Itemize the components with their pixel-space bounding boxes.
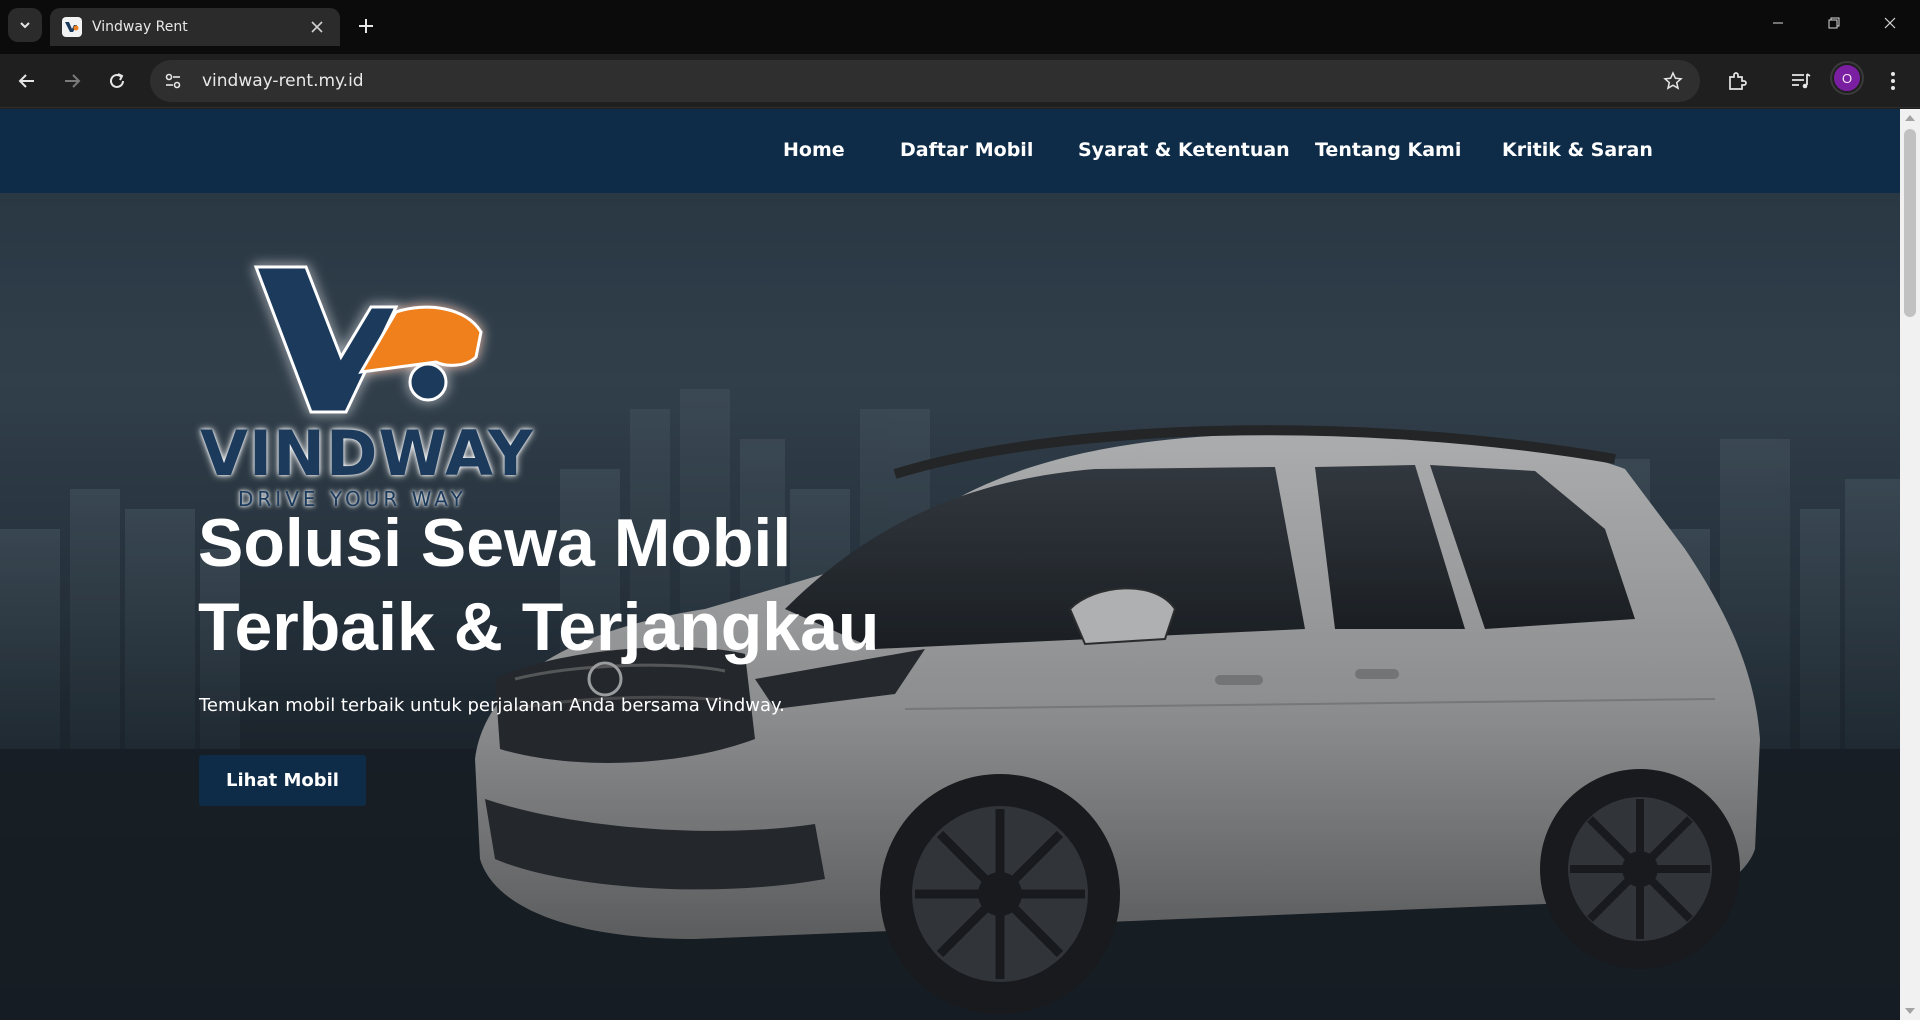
- restore-window-button[interactable]: [1806, 0, 1862, 46]
- browser-tab[interactable]: Vindway Rent: [50, 8, 340, 46]
- nav-link-tentang-kami[interactable]: Tentang Kami: [1315, 139, 1461, 161]
- bookmark-star-icon[interactable]: [1660, 68, 1686, 94]
- arrow-right-icon: [65, 74, 81, 88]
- address-bar[interactable]: vindway-rent.my.id: [150, 60, 1700, 102]
- scroll-up-arrow-icon[interactable]: [1905, 115, 1915, 121]
- hero-title: Solusi Sewa Mobil Terbaik & Terjangkau: [198, 501, 958, 669]
- lihat-mobil-button[interactable]: Lihat Mobil: [199, 755, 366, 806]
- reload-button[interactable]: [102, 66, 132, 96]
- menu-kebab-icon[interactable]: [1878, 66, 1908, 96]
- media-control-icon[interactable]: [1786, 66, 1816, 96]
- browser-tabstrip: Vindway Rent: [0, 0, 1920, 54]
- vindway-logo: VINDWAY DRIVE YOUR WAY: [196, 247, 536, 511]
- chevron-down-icon: [20, 22, 30, 29]
- nav-link-home[interactable]: Home: [783, 139, 845, 161]
- close-icon: [1884, 17, 1896, 29]
- site-navbar: Home Daftar Mobil Syarat & Ketentuan Ten…: [0, 109, 1900, 193]
- nav-link-daftar-mobil[interactable]: Daftar Mobil: [900, 139, 1033, 161]
- back-button[interactable]: [12, 66, 42, 96]
- close-window-button[interactable]: [1862, 0, 1918, 46]
- page-viewport: Home Daftar Mobil Syarat & Ketentuan Ten…: [0, 109, 1900, 1020]
- tab-search-button[interactable]: [8, 8, 42, 42]
- scrollbar-thumb[interactable]: [1904, 129, 1916, 317]
- hero-subtitle: Temukan mobil terbaik untuk perjalanan A…: [199, 695, 785, 716]
- arrow-left-icon: [18, 74, 34, 88]
- site-info-icon[interactable]: [158, 66, 188, 96]
- forward-button[interactable]: [57, 66, 87, 96]
- nav-link-kritik-saran[interactable]: Kritik & Saran: [1502, 139, 1653, 161]
- url-text: vindway-rent.my.id: [202, 71, 364, 91]
- plus-icon: [359, 19, 373, 33]
- browser-toolbar: vindway-rent.my.id: [0, 54, 1920, 108]
- restore-icon: [1828, 17, 1840, 29]
- vindway-favicon-icon: [62, 17, 82, 37]
- hero-title-line-1: Solusi Sewa Mobil: [198, 505, 792, 581]
- extensions-icon[interactable]: [1722, 66, 1752, 96]
- hero-title-line-2: Terbaik & Terjangkau: [198, 589, 880, 665]
- scroll-down-arrow-icon[interactable]: [1905, 1008, 1915, 1014]
- minimize-icon: [1773, 22, 1783, 24]
- reload-icon: [110, 73, 124, 88]
- profile-avatar[interactable]: O: [1832, 63, 1862, 93]
- nav-link-syarat-ketentuan[interactable]: Syarat & Ketentuan: [1078, 139, 1290, 161]
- tab-title: Vindway Rent: [92, 19, 188, 35]
- page-scrollbar[interactable]: [1900, 109, 1920, 1020]
- logo-wordmark: VINDWAY: [200, 417, 534, 490]
- close-tab-icon[interactable]: [306, 16, 328, 38]
- new-tab-button[interactable]: [352, 12, 380, 40]
- minimize-window-button[interactable]: [1750, 0, 1806, 46]
